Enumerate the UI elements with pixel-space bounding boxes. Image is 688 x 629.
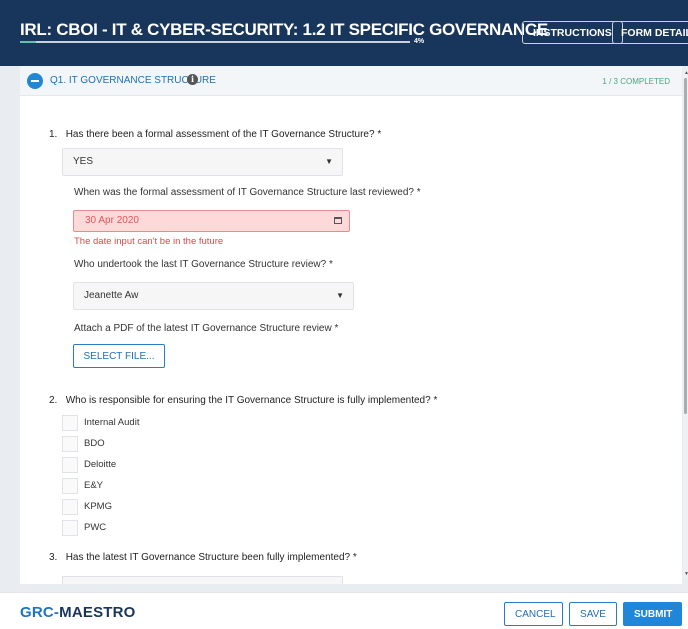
checkbox-label: Deloitte bbox=[84, 459, 117, 470]
collapse-minus-icon[interactable] bbox=[27, 73, 43, 89]
scroll-up-icon[interactable]: ▲ bbox=[684, 70, 688, 76]
completion-status: 1 / 3 COMPLETED bbox=[602, 77, 670, 86]
question-panel: Q1. IT GOVERNANCE STRUCTURE i 1 / 3 COMP… bbox=[20, 66, 682, 584]
checkbox[interactable] bbox=[62, 520, 78, 536]
question-1-text: Has there been a formal assessment of th… bbox=[65, 129, 382, 140]
question-2-number: 2. bbox=[49, 395, 58, 406]
question-1: 1. Has there been a formal assessment of… bbox=[49, 129, 381, 140]
reviewer-label: Who undertook the last IT Governance Str… bbox=[74, 259, 333, 270]
checkbox-label: KPMG bbox=[84, 501, 112, 512]
brand-prefix: GRC- bbox=[20, 604, 60, 621]
checkbox-label: Internal Audit bbox=[84, 417, 140, 428]
instructions-button[interactable]: INSTRUCTIONS bbox=[522, 21, 623, 44]
info-icon[interactable]: i bbox=[187, 74, 198, 85]
review-date-value: 30 Apr 2020 bbox=[85, 215, 139, 226]
footer-bar: GRC-MAESTRO CANCEL SAVE SUBMIT bbox=[0, 592, 688, 629]
progress-bar-fill bbox=[20, 41, 36, 43]
chevron-down-icon: ▼ bbox=[336, 291, 344, 300]
brand-suffix: MAESTRO bbox=[59, 604, 136, 621]
save-button[interactable]: SAVE bbox=[569, 602, 617, 626]
question-2-text: Who is responsible for ensuring the IT G… bbox=[65, 395, 438, 406]
chevron-down-icon: ▼ bbox=[325, 157, 333, 166]
form-details-button[interactable]: FORM DETAILS bbox=[612, 21, 688, 44]
scrollbar-thumb[interactable] bbox=[684, 78, 687, 414]
review-date-input[interactable]: 30 Apr 2020 bbox=[73, 210, 350, 232]
cancel-button[interactable]: CANCEL bbox=[504, 602, 563, 626]
form-header: IRL: CBOI - IT & CYBER-SECURITY: 1.2 IT … bbox=[0, 0, 688, 66]
checkbox-label: PWC bbox=[84, 522, 107, 533]
checkbox[interactable] bbox=[62, 457, 78, 473]
question-3-number: 3. bbox=[49, 552, 58, 563]
checkbox[interactable] bbox=[62, 436, 78, 452]
checkbox[interactable] bbox=[62, 415, 78, 431]
reviewer-select[interactable]: Jeanette Aw ▼ bbox=[73, 282, 354, 310]
submit-button[interactable]: SUBMIT bbox=[623, 602, 682, 626]
progress-bar bbox=[20, 41, 410, 43]
section-header[interactable]: Q1. IT GOVERNANCE STRUCTURE i 1 / 3 COMP… bbox=[20, 66, 682, 96]
date-error-message: The date input can't be in the future bbox=[74, 236, 224, 247]
checkbox-label: BDO bbox=[84, 438, 105, 449]
attach-pdf-label: Attach a PDF of the latest IT Governance… bbox=[74, 323, 339, 334]
question-1-number: 1. bbox=[49, 129, 58, 140]
scroll-down-icon[interactable]: ▼ bbox=[684, 571, 688, 577]
select-file-button[interactable]: SELECT FILE... bbox=[73, 344, 165, 368]
progress-percent: 4% bbox=[414, 38, 425, 45]
review-date-label: When was the formal assessment of IT Gov… bbox=[74, 187, 421, 198]
calendar-icon[interactable] bbox=[334, 217, 342, 224]
checkbox[interactable] bbox=[62, 499, 78, 515]
reviewer-select-value: Jeanette Aw bbox=[84, 290, 139, 301]
question-3-text: Has the latest IT Governance Structure b… bbox=[65, 552, 357, 563]
brand-logo: GRC-MAESTRO bbox=[20, 604, 136, 621]
question-2: 2. Who is responsible for ensuring the I… bbox=[49, 395, 437, 406]
question-3: 3. Has the latest IT Governance Structur… bbox=[49, 552, 357, 563]
assessment-select[interactable]: YES ▼ bbox=[62, 148, 343, 176]
implementation-select[interactable] bbox=[62, 576, 343, 584]
form-title: IRL: CBOI - IT & CYBER-SECURITY: 1.2 IT … bbox=[20, 20, 548, 39]
checkbox-label: E&Y bbox=[84, 480, 104, 491]
checkbox[interactable] bbox=[62, 478, 78, 494]
assessment-select-value: YES bbox=[73, 156, 94, 167]
